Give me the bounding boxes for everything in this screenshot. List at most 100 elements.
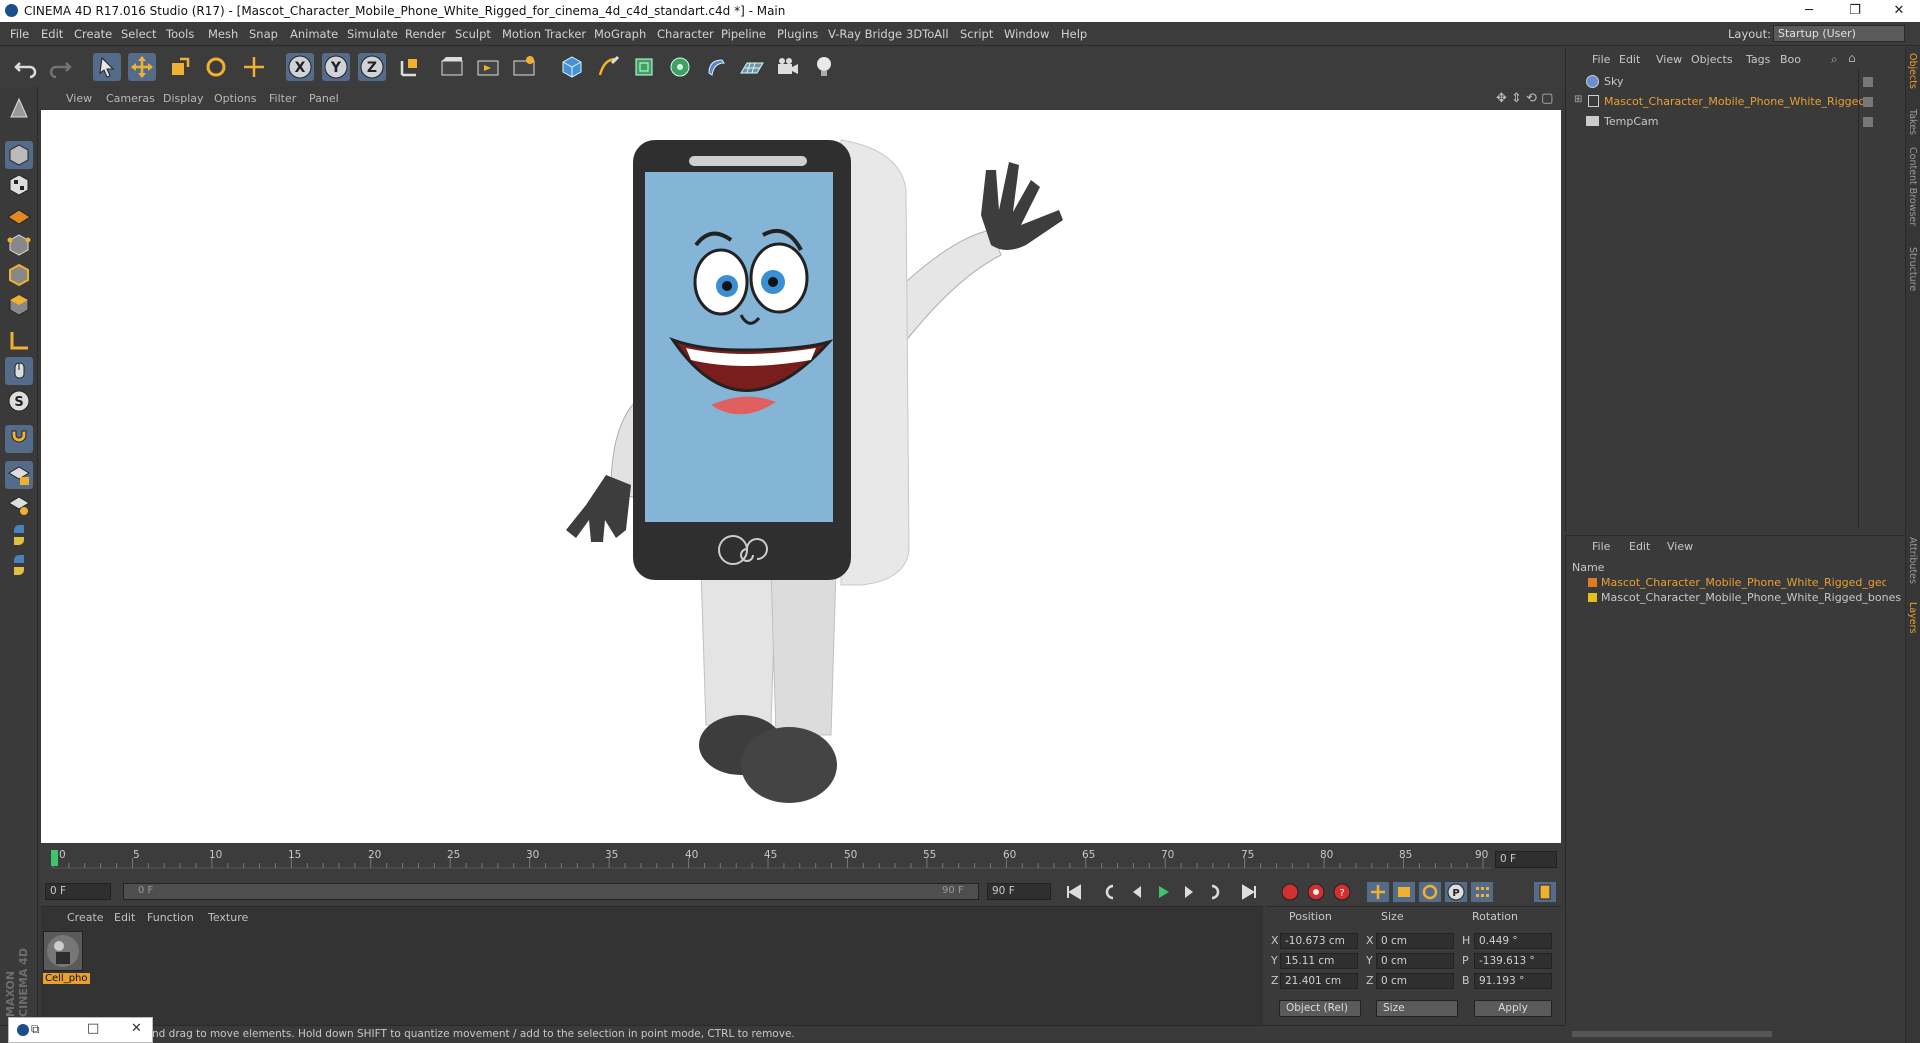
menu-render[interactable]: Render	[405, 27, 446, 41]
key-parameter-icon[interactable]: P	[1445, 882, 1467, 902]
viewport-menu-cameras[interactable]: Cameras	[106, 92, 155, 105]
material-menu-function[interactable]: Function	[147, 911, 194, 924]
model-mode-icon[interactable]	[5, 141, 33, 169]
size-mode-dropdown[interactable]: Size	[1376, 1000, 1458, 1017]
quantize-icon[interactable]	[5, 491, 33, 519]
viewport-menu-filter[interactable]: Filter	[269, 92, 296, 105]
record-icon[interactable]	[1279, 882, 1301, 902]
undo-icon[interactable]	[12, 53, 40, 81]
render-picture-viewer-icon[interactable]	[474, 53, 502, 81]
visibility-toggle-icon[interactable]	[1863, 77, 1873, 87]
layer-menu-file[interactable]: File	[1592, 540, 1610, 553]
tab-content-browser[interactable]: Content Browser	[1907, 147, 1918, 226]
viewport-menu-panel[interactable]: Panel	[309, 92, 339, 105]
render-settings-icon[interactable]	[510, 53, 538, 81]
tab-objects[interactable]: Objects	[1907, 53, 1918, 89]
position-y-field[interactable]: 15.11 cm	[1280, 953, 1358, 969]
menu-sculpt[interactable]: Sculpt	[455, 27, 491, 41]
solo-icon[interactable]: S	[5, 387, 33, 415]
tweak-mode-icon[interactable]	[5, 357, 33, 385]
layer-menu-edit[interactable]: Edit	[1629, 540, 1650, 553]
expand-icon[interactable]: ⊞	[1574, 94, 1582, 105]
previous-frame-icon[interactable]	[1126, 882, 1148, 902]
close-icon[interactable]: ✕	[131, 1021, 142, 1036]
workplane-icon[interactable]	[5, 201, 33, 229]
layer-row[interactable]: Mascot_Character_Mobile_Phone_White_Rigg…	[1588, 576, 1888, 591]
visibility-toggle-icon[interactable]	[1863, 117, 1873, 127]
menu-mesh[interactable]: Mesh	[208, 27, 238, 41]
layer-menu-view[interactable]: View	[1667, 540, 1693, 553]
floor-icon[interactable]	[738, 53, 766, 81]
next-frame-icon[interactable]	[1178, 882, 1200, 902]
maximize-button[interactable]: ❐	[1832, 0, 1878, 22]
material-menu-texture[interactable]: Texture	[208, 911, 248, 924]
menu-character[interactable]: Character	[657, 27, 714, 41]
rotate-icon[interactable]	[202, 53, 230, 81]
render-view-icon[interactable]	[438, 53, 466, 81]
start-frame-field[interactable]: 0 F	[45, 883, 111, 900]
subdivision-surface-icon[interactable]	[630, 53, 658, 81]
y-axis-icon[interactable]: Y	[322, 53, 350, 81]
z-axis-icon[interactable]: Z	[358, 53, 386, 81]
restore-icon[interactable]: ⧉	[31, 1022, 40, 1037]
position-z-field[interactable]: 21.401 cm	[1280, 973, 1358, 989]
tab-attributes[interactable]: Attributes	[1907, 537, 1918, 584]
viewport-menu-display[interactable]: Display	[163, 92, 204, 105]
key-rotation-icon[interactable]	[1419, 882, 1441, 902]
cube-icon[interactable]	[558, 53, 586, 81]
deformer-icon[interactable]	[702, 53, 730, 81]
size-x-field[interactable]: 0 cm	[1376, 933, 1454, 949]
edges-mode-icon[interactable]	[5, 261, 33, 289]
home-icon[interactable]: ⌂	[1848, 51, 1856, 65]
material-name[interactable]: Cell_pho	[43, 973, 90, 984]
menu-animate[interactable]: Animate	[290, 27, 338, 41]
menu-file[interactable]: File	[10, 27, 29, 41]
menu-pipeline[interactable]: Pipeline	[721, 27, 766, 41]
rotation-p-field[interactable]: -139.613 °	[1474, 953, 1552, 969]
cloner-icon[interactable]	[666, 53, 694, 81]
pen-spline-icon[interactable]	[594, 53, 622, 81]
playhead[interactable]	[51, 850, 58, 866]
viewport-menu-view[interactable]: View	[66, 92, 92, 105]
viewport-menu-options[interactable]: Options	[214, 92, 256, 105]
object-menu-file[interactable]: File	[1592, 53, 1610, 66]
go-to-end-icon[interactable]	[1238, 882, 1260, 902]
rotation-b-field[interactable]: 91.193 °	[1474, 973, 1552, 989]
points-mode-icon[interactable]	[5, 231, 33, 259]
object-menu-bookmarks[interactable]: Boo	[1780, 53, 1801, 66]
key-pla-icon[interactable]	[1471, 882, 1493, 902]
layer-row[interactable]: Mascot_Character_Mobile_Phone_White_Rigg…	[1588, 591, 1901, 606]
object-menu-edit[interactable]: Edit	[1619, 53, 1640, 66]
coordinate-system-icon[interactable]	[396, 53, 424, 81]
close-button[interactable]: ✕	[1876, 0, 1920, 22]
current-frame-field[interactable]: 0 F	[1495, 851, 1557, 868]
rotation-h-field[interactable]: 0.449 °	[1474, 933, 1552, 949]
object-menu-view[interactable]: View	[1656, 53, 1682, 66]
go-to-start-icon[interactable]	[1063, 882, 1085, 902]
menu-window[interactable]: Window	[1004, 27, 1049, 41]
magnet-icon[interactable]	[5, 425, 33, 453]
menu-tools[interactable]: Tools	[166, 27, 194, 41]
key-scale-icon[interactable]	[1393, 882, 1415, 902]
object-menu-tags[interactable]: Tags	[1746, 53, 1770, 66]
end-frame-field[interactable]: 90 F	[987, 883, 1051, 900]
axis-mode-icon[interactable]	[5, 327, 33, 355]
object-menu-objects[interactable]: Objects	[1691, 53, 1733, 66]
material-thumbnail[interactable]	[43, 931, 83, 971]
menu-simulate[interactable]: Simulate	[347, 27, 398, 41]
polygons-mode-icon[interactable]	[5, 291, 33, 319]
tab-takes[interactable]: Takes	[1907, 109, 1918, 135]
viewport-navigation-icons[interactable]: ✥ ⇕ ⟲ ▢	[1496, 91, 1553, 106]
range-slider[interactable]: 0 F 90 F	[123, 883, 979, 900]
material-menu-edit[interactable]: Edit	[114, 911, 135, 924]
make-editable-icon[interactable]	[5, 95, 33, 123]
menu-vray-bridge[interactable]: V-Ray Bridge	[828, 27, 902, 41]
visibility-toggle-icon[interactable]	[1863, 97, 1873, 107]
coordinate-mode-dropdown[interactable]: Object (Rel)	[1279, 1000, 1361, 1017]
minimize-button[interactable]: ─	[1786, 0, 1832, 22]
timeline-window-icon[interactable]	[1534, 882, 1556, 902]
size-y-field[interactable]: 0 cm	[1376, 953, 1454, 969]
redo-icon[interactable]	[46, 53, 74, 81]
autokey-icon[interactable]	[1305, 882, 1327, 902]
size-z-field[interactable]: 0 cm	[1376, 973, 1454, 989]
